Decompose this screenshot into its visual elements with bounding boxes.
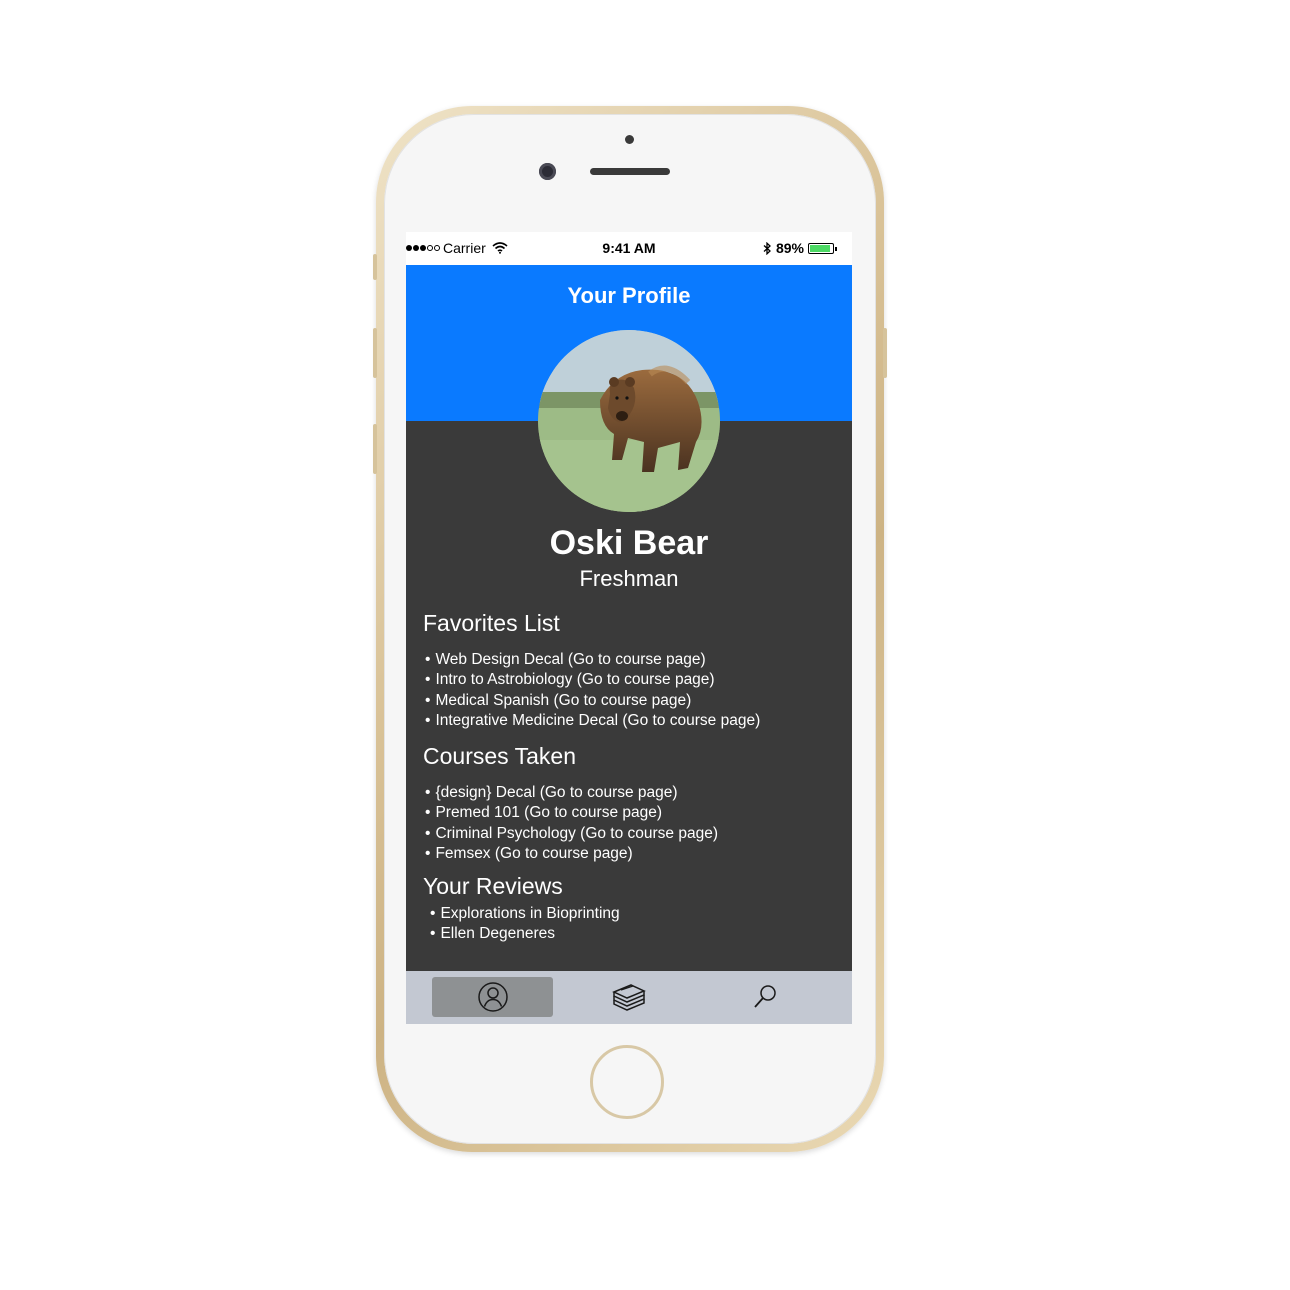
list-item[interactable]: Femsex (Go to course page)	[425, 844, 718, 864]
list-item[interactable]: {design} Decal (Go to course page)	[425, 783, 718, 803]
status-bar: Carrier 9:41 AM 89%	[406, 232, 852, 265]
earpiece-speaker	[590, 168, 670, 175]
battery-fill	[810, 244, 830, 252]
page-title: Your Profile	[567, 283, 691, 308]
tab-bar	[406, 971, 852, 1024]
courses-taken-title: Courses Taken	[423, 743, 576, 769]
profile-name: Oski Bear	[549, 524, 709, 562]
side-button	[373, 328, 377, 378]
reviews-list: Explorations in Bioprinting Ellen Degene…	[430, 904, 620, 945]
list-item[interactable]: Web Design Decal (Go to course page)	[425, 650, 760, 670]
list-item[interactable]: Intro to Astrobiology (Go to course page…	[425, 670, 760, 690]
courses-taken-list: {design} Decal (Go to course page) Preme…	[425, 783, 718, 864]
avatar	[538, 330, 720, 512]
side-button	[373, 254, 377, 280]
list-item[interactable]: Explorations in Bioprinting	[430, 904, 619, 924]
books-icon	[611, 984, 646, 1011]
favorites-title: Favorites List	[423, 610, 560, 636]
reviews-title: Your Reviews	[423, 873, 563, 899]
battery-icon	[808, 242, 837, 254]
list-item[interactable]: Ellen Degeneres	[430, 924, 620, 944]
list-item[interactable]: Criminal Psychology (Go to course page)	[425, 824, 718, 844]
list-item[interactable]: Integrative Medicine Decal (Go to course…	[425, 711, 760, 731]
front-camera	[539, 163, 556, 180]
tab-profile[interactable]	[432, 977, 553, 1017]
profile-icon	[477, 982, 508, 1012]
tab-search[interactable]	[704, 977, 825, 1017]
profile-year: Freshman	[579, 566, 679, 591]
search-icon	[753, 985, 776, 1008]
app-screen: Carrier 9:41 AM 89% Your Profile Oski Be…	[406, 232, 852, 1024]
list-item[interactable]: Medical Spanish (Go to course page)	[425, 691, 760, 711]
bear-photo	[538, 330, 720, 512]
list-item[interactable]: Premed 101 (Go to course page)	[425, 803, 718, 823]
battery-percentage: 89%	[775, 240, 804, 256]
status-right: 89%	[763, 240, 837, 256]
favorites-list: Web Design Decal (Go to course page) Int…	[425, 650, 760, 731]
bluetooth-icon	[763, 241, 771, 255]
side-button	[373, 424, 377, 474]
side-button	[883, 328, 887, 378]
proximity-sensor	[625, 135, 634, 144]
home-button[interactable]	[590, 1045, 664, 1119]
tab-courses[interactable]	[568, 977, 689, 1017]
